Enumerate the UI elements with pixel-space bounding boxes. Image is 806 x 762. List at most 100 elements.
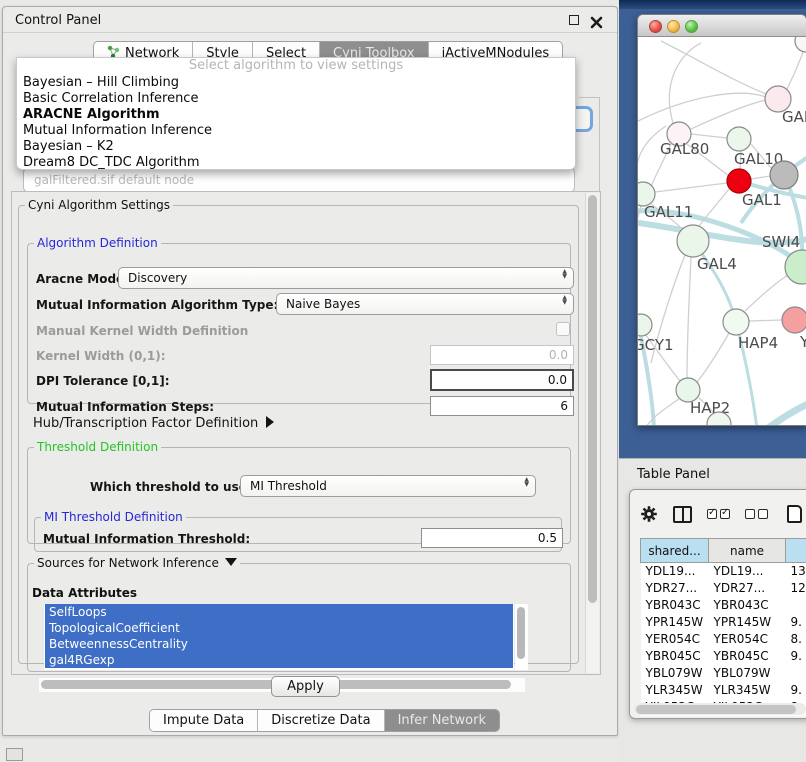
collapsed-panel-button[interactable] bbox=[6, 748, 23, 761]
dpi-tolerance-label: DPI Tolerance [0,1]: bbox=[36, 374, 170, 388]
which-threshold-combo[interactable]: MI Threshold ▲▼ bbox=[240, 475, 536, 497]
close-icon[interactable] bbox=[590, 14, 603, 27]
list-item[interactable]: TopologicalCoefficient bbox=[45, 620, 513, 636]
cell-name[interactable]: YBL079W bbox=[709, 665, 786, 682]
mac-minimize-icon[interactable] bbox=[667, 20, 680, 33]
dropdown-item[interactable]: Dream8 DC_TDC Algorithm bbox=[17, 155, 575, 171]
table-toolbar bbox=[640, 502, 806, 526]
network-node[interactable] bbox=[770, 161, 798, 189]
combo-value: Naive Bayes bbox=[286, 297, 360, 311]
dropdown-item[interactable]: Basic Correlation Inference bbox=[17, 91, 575, 107]
network-node[interactable] bbox=[677, 225, 709, 257]
cell-shared-name[interactable]: YDR27... bbox=[641, 580, 709, 597]
table-row[interactable]: YBR045C YBR045C 9. bbox=[641, 648, 806, 665]
mac-zoom-icon[interactable] bbox=[685, 20, 698, 33]
table-panel-region: Table Panel bbox=[619, 458, 806, 762]
deselect-all-columns-icon[interactable] bbox=[745, 509, 768, 519]
cell-shared-name[interactable]: YLR345W bbox=[641, 682, 709, 699]
cell-name[interactable]: YER054C bbox=[709, 631, 786, 648]
cell-shared-name[interactable]: YDL19... bbox=[641, 563, 709, 580]
dropdown-item-selected[interactable]: ARACNE Algorithm bbox=[17, 107, 575, 123]
network-node[interactable] bbox=[727, 169, 751, 193]
cell-shared-name[interactable]: YBL079W bbox=[641, 665, 709, 682]
network-node[interactable] bbox=[727, 127, 751, 151]
dropdown-item[interactable]: Bayesian – Hill Climbing bbox=[17, 75, 575, 91]
cell-shared-name[interactable]: YER054C bbox=[641, 631, 709, 648]
cell-value[interactable] bbox=[786, 597, 806, 614]
cell-shared-name[interactable]: YBR043C bbox=[641, 597, 709, 614]
table-horizontal-scrollbar[interactable] bbox=[634, 703, 806, 715]
network-view-window: GALGAL80GAL10GAL1GAL11GAL4SWI4HAP4YGCY1H… bbox=[637, 14, 806, 426]
cell-name[interactable]: YLR345W bbox=[709, 682, 786, 699]
kernel-width-field[interactable]: 0.0 bbox=[430, 345, 574, 365]
cell-value[interactable]: 8. bbox=[786, 631, 806, 648]
cell-name[interactable]: YDL19... bbox=[709, 563, 786, 580]
list-vertical-scrollbar[interactable] bbox=[515, 604, 528, 670]
cell-shared-name[interactable]: YBR045C bbox=[641, 648, 709, 665]
network-window-titlebar[interactable] bbox=[638, 15, 806, 37]
gear-icon[interactable] bbox=[640, 505, 658, 523]
table-row[interactable]: YDR27... YDR27... 12 bbox=[641, 580, 806, 597]
network-node-label: GAL bbox=[782, 108, 806, 126]
select-all-columns-icon[interactable] bbox=[707, 509, 730, 519]
mi-threshold-field[interactable]: 0.5 bbox=[421, 528, 563, 548]
cell-value[interactable] bbox=[786, 665, 806, 682]
new-file-icon[interactable] bbox=[787, 505, 802, 523]
cell-name[interactable]: YPR145W bbox=[709, 614, 786, 631]
algorithm-definition-group: Algorithm Definition Aracne Mode: Discov… bbox=[27, 236, 571, 404]
network-node-label: GAL11 bbox=[644, 203, 693, 221]
spinner-arrows-icon: ▲▼ bbox=[562, 269, 567, 279]
aracne-mode-combo[interactable]: Discovery ▲▼ bbox=[118, 267, 574, 289]
group-title: Algorithm Definition bbox=[34, 236, 161, 250]
apply-button[interactable]: Apply bbox=[271, 676, 340, 697]
cell-value[interactable]: 9. bbox=[786, 648, 806, 665]
network-node-label: GAL4 bbox=[697, 255, 737, 273]
tab-impute-data[interactable]: Impute Data bbox=[150, 710, 258, 731]
table-row[interactable]: YPR145W YPR145W 9. bbox=[641, 614, 806, 631]
tab-discretize-data[interactable]: Discretize Data bbox=[258, 710, 384, 731]
settings-vertical-scrollbar[interactable] bbox=[585, 193, 599, 673]
desktop-top-strip bbox=[619, 0, 806, 9]
cell-value[interactable]: 9. bbox=[786, 614, 806, 631]
cell-name[interactable]: YBR043C bbox=[709, 597, 786, 614]
cell-value[interactable]: 13 bbox=[786, 563, 806, 580]
manual-kernel-checkbox[interactable] bbox=[556, 322, 570, 336]
cell-name[interactable]: YBR045C bbox=[709, 648, 786, 665]
dpi-tolerance-field[interactable]: 0.0 bbox=[430, 369, 574, 391]
table-row[interactable]: YLR345W YLR345W 9. bbox=[641, 682, 806, 699]
network-node[interactable] bbox=[723, 309, 749, 335]
table-row[interactable]: YER054C YER054C 8. bbox=[641, 631, 806, 648]
column-header-name[interactable]: name bbox=[709, 539, 786, 563]
table-row[interactable]: YDL19... YDL19... 13 bbox=[641, 563, 806, 580]
tab-label: Discretize Data bbox=[271, 713, 370, 728]
mi-algorithm-type-combo[interactable]: Naive Bayes ▲▼ bbox=[276, 293, 574, 315]
hub-definition-label: Hub/Transcription Factor Definition bbox=[33, 416, 258, 431]
float-window-icon[interactable] bbox=[568, 14, 581, 27]
sources-expander[interactable]: Sources for Network Inference bbox=[34, 556, 240, 570]
mi-steps-field[interactable]: 6 bbox=[430, 396, 574, 416]
network-node-label: GAL80 bbox=[660, 140, 709, 158]
column-header-shared-name[interactable]: shared... bbox=[641, 539, 709, 563]
cell-value[interactable]: 12 bbox=[786, 580, 806, 597]
list-item[interactable]: gal4RGexp bbox=[45, 652, 513, 668]
list-item[interactable]: SelfLoops bbox=[45, 604, 513, 620]
mac-close-icon[interactable] bbox=[649, 20, 662, 33]
split-columns-icon[interactable] bbox=[673, 506, 692, 523]
table-row[interactable]: YBR043C YBR043C bbox=[641, 597, 806, 614]
network-node[interactable] bbox=[795, 37, 806, 52]
table-row[interactable]: YBL079W YBL079W bbox=[641, 665, 806, 682]
network-node[interactable] bbox=[782, 307, 806, 333]
dropdown-item[interactable]: Mutual Information Inference bbox=[17, 123, 575, 139]
list-item[interactable]: BetweennessCentrality bbox=[45, 636, 513, 652]
cell-value[interactable]: 9. bbox=[786, 682, 806, 699]
tab-infer-network[interactable]: Infer Network bbox=[385, 710, 499, 731]
network-node-label: Y bbox=[799, 333, 806, 351]
network-canvas[interactable]: GALGAL80GAL10GAL1GAL11GAL4SWI4HAP4YGCY1H… bbox=[638, 37, 806, 426]
hub-definition-expander[interactable]: Hub/Transcription Factor Definition bbox=[33, 416, 274, 431]
which-threshold-label: Which threshold to use: bbox=[90, 480, 252, 494]
column-header-clipped[interactable] bbox=[786, 539, 806, 563]
cell-shared-name[interactable]: YPR145W bbox=[641, 614, 709, 631]
dropdown-item[interactable]: Bayesian – K2 bbox=[17, 139, 575, 155]
cell-name[interactable]: YDR27... bbox=[709, 580, 786, 597]
network-node[interactable] bbox=[638, 314, 652, 336]
